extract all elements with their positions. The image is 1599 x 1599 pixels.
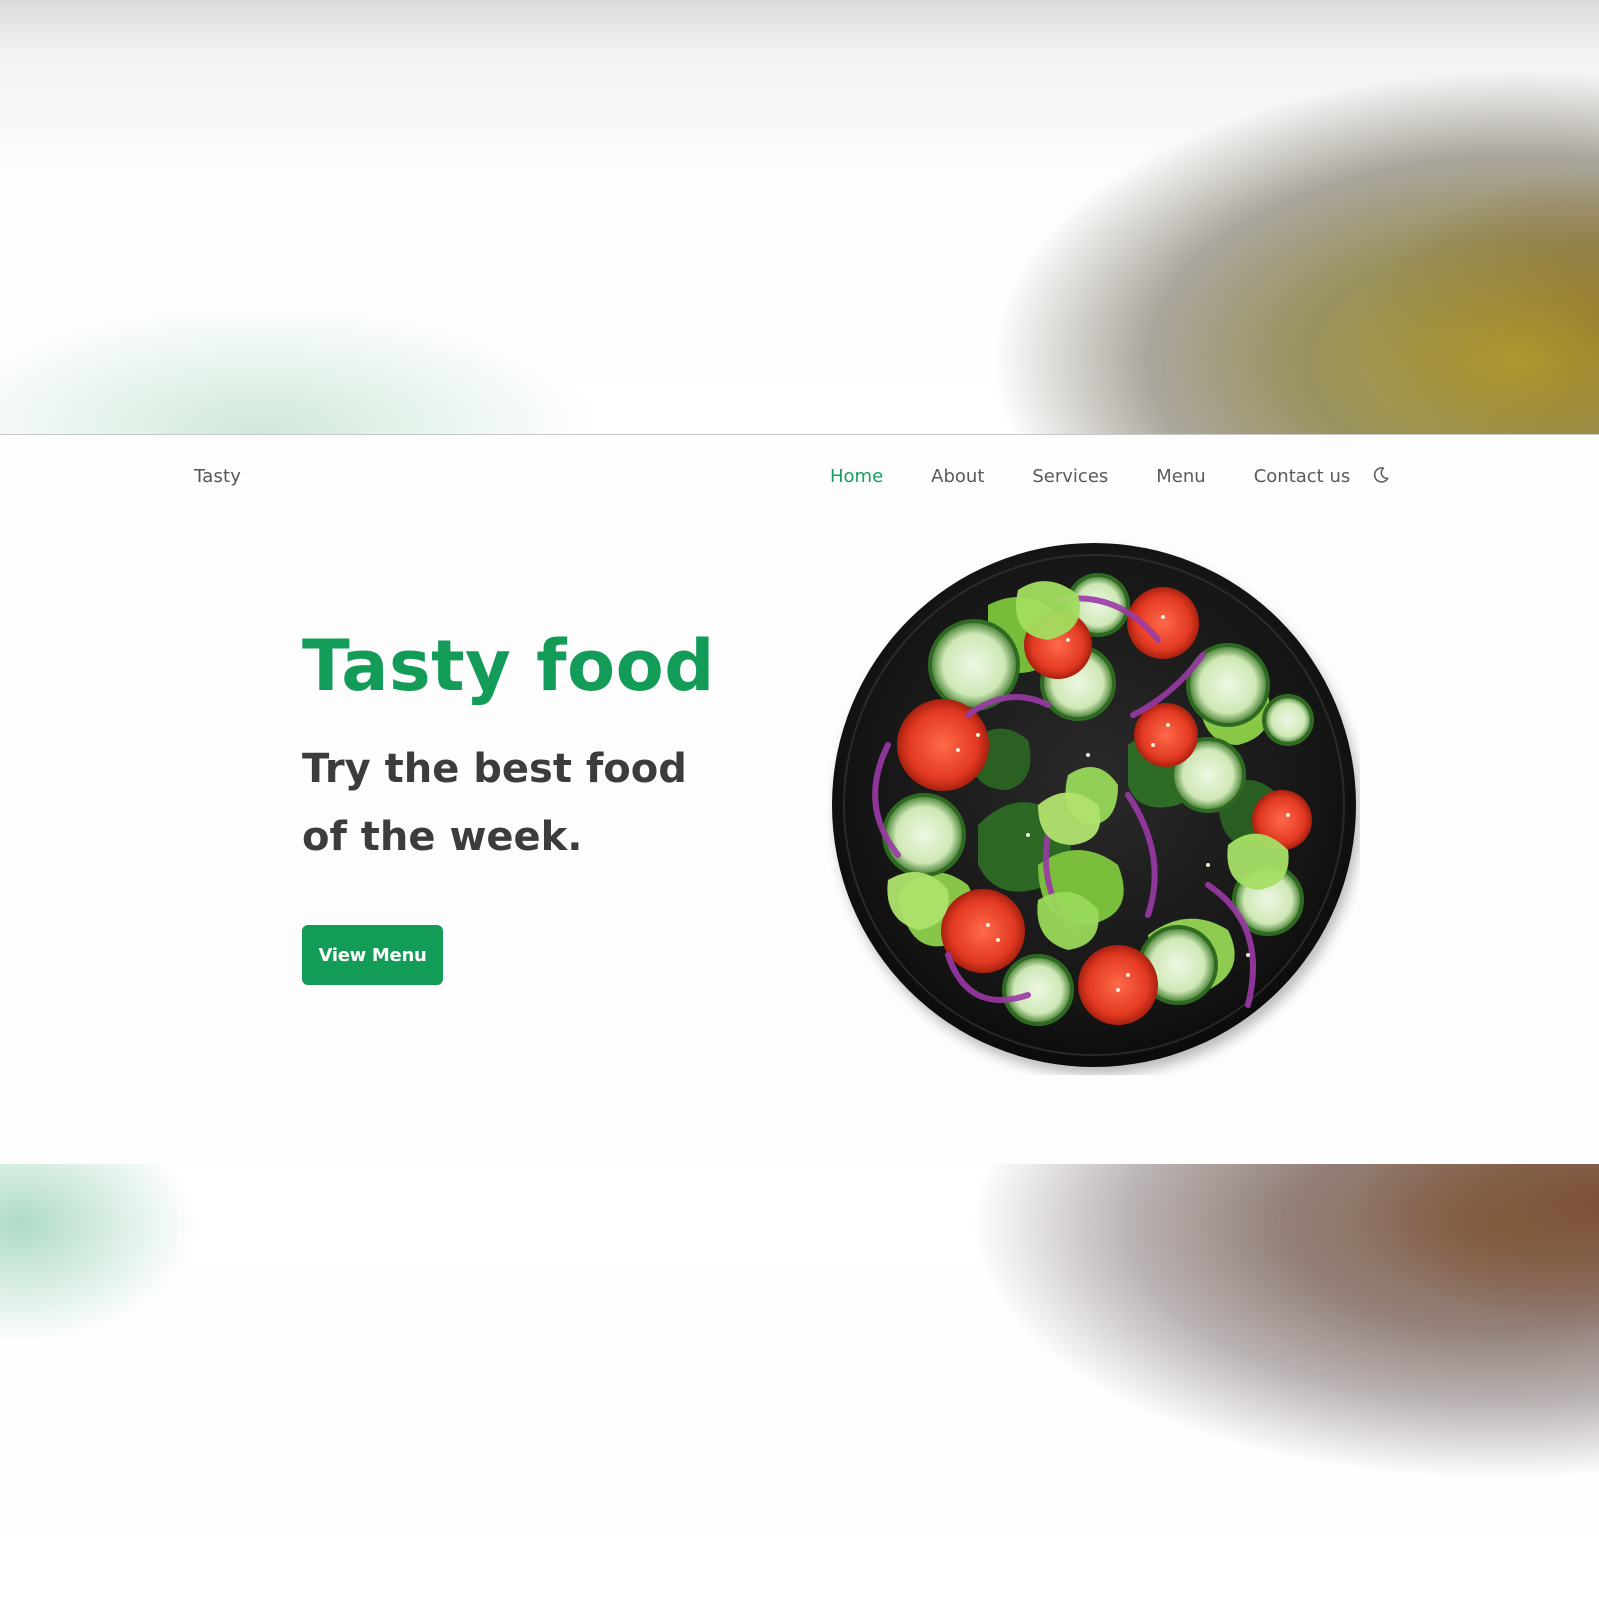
blurred-background-bottom xyxy=(0,1164,1599,1599)
nav-link-home[interactable]: Home xyxy=(830,466,883,487)
navbar: Tasty Home About Services Menu Contact u… xyxy=(0,435,1599,521)
hero-title: Tasty food xyxy=(302,625,715,707)
nav-links: Home About Services Menu Contact us xyxy=(830,466,1390,487)
screenshot-frame: Tasty Home About Services Menu Contact u… xyxy=(0,0,1599,1599)
landing-page: Tasty Home About Services Menu Contact u… xyxy=(0,434,1599,1164)
hero-subtitle: Try the best food of the week. xyxy=(302,746,687,860)
moon-icon[interactable] xyxy=(1372,466,1390,484)
nav-link-services[interactable]: Services xyxy=(1032,466,1108,487)
nav-link-menu[interactable]: Menu xyxy=(1156,466,1205,487)
salad-bowl-image xyxy=(828,535,1360,1075)
nav-link-about[interactable]: About xyxy=(931,466,984,487)
view-menu-button[interactable]: View Menu xyxy=(302,925,443,985)
blurred-background-top xyxy=(0,0,1599,434)
nav-link-contact[interactable]: Contact us xyxy=(1254,466,1351,487)
logo[interactable]: Tasty xyxy=(194,466,241,487)
